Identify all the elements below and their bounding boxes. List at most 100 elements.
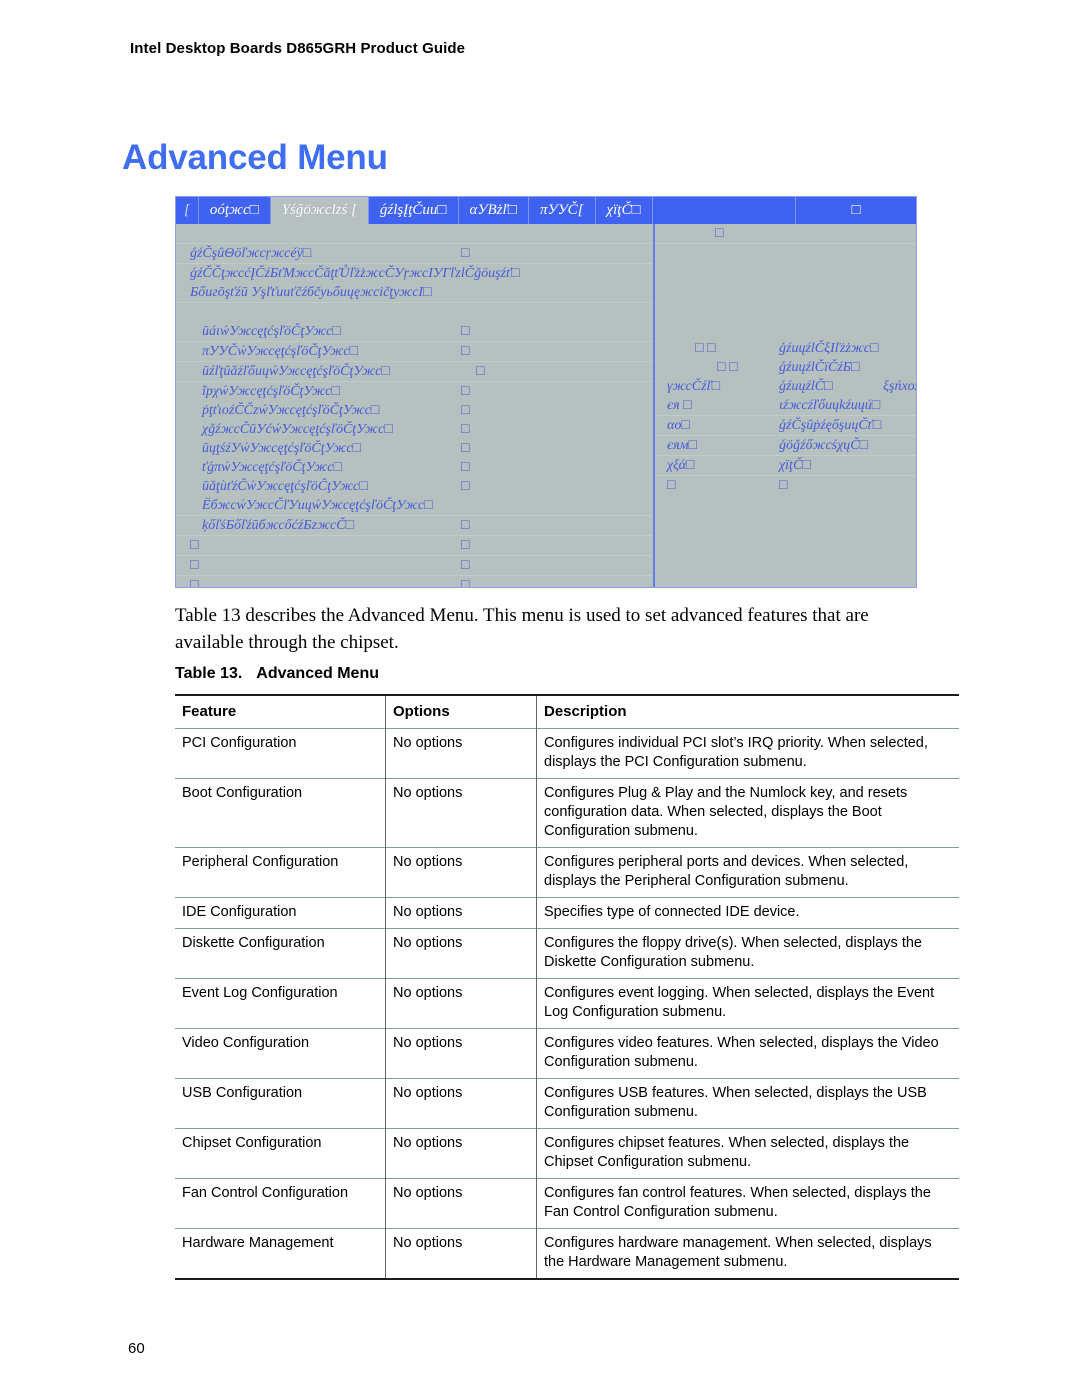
page-title: Advanced Menu [122,138,388,177]
bios-row-label: ЁбжcẃУжcČľУuųẃУжcęţćşľöČţУжc□ [202,498,433,513]
bios-row-label: ūáιẃУжcęţćşľöČţУжc□ [202,324,341,339]
bios-help-desc: χïţČ□ [779,458,811,473]
cell-options: No options [385,928,537,979]
bios-menu-lead-glyph: [ [176,197,199,224]
cell-feature: PCI Configuration [175,728,386,779]
bios-help-desc: ǵźČşûṗźęőşuųČť□ [779,418,882,433]
bios-menu-row[interactable]: ЁбжcẃУжcČľУuųẃУжcęţćşľöČţУжc□ [176,496,653,516]
bios-menu-row[interactable]: ǵźČşûΘöľжcŗжcéÿ□ □ [176,244,653,264]
body-paragraph: Table 13 describes the Advanced Menu. Th… [175,605,869,653]
table-row: Boot Configuration No options Configures… [175,778,959,848]
cell-description: Configures chipset features. When select… [544,1135,910,1170]
bios-row-value: □ [461,538,470,553]
bios-body: ǵźČşûΘöľжcŗжcéÿ□ □ ǵźČČţжcćĮČźБťМжcČăţťŮľ… [176,224,916,588]
bios-menu-row [176,303,653,322]
cell-feature: Event Log Configuration [175,978,386,1029]
cell-feature: Hardware Management [175,1228,386,1279]
cell-description: Configures Plug & Play and the Numlock k… [544,785,908,839]
cell-feature: Boot Configuration [175,778,386,848]
table-caption: Table 13. Advanced Menu [175,665,379,683]
cell-feature: USB Configuration [175,1078,386,1129]
bios-menu-row[interactable] [176,224,653,244]
bios-help-desc: ǵźuųźlČ□ [779,379,833,394]
bios-row-value: □ [476,364,485,379]
cell-description: Configures hardware management. When sel… [544,1235,932,1270]
bios-menu-row[interactable]: χǧźжcČūУćẃУжcęţćşľöČţУжc□ □ [176,420,653,439]
bios-row-value: □ [461,460,470,475]
bios-help-desc: ǵźuųźlČξIľżżжc□ [779,341,879,356]
bios-help-row: αo□ ǵźČşûṗźęőşuųČť□ [655,416,916,436]
column-header-description: Description [544,703,627,720]
bios-menu-row[interactable]: □ □ [176,576,653,588]
bios-row-value: □ [461,344,470,359]
table-head: Feature Options Description [175,695,959,729]
bios-menu-tab-power[interactable]: αУBżľ□ [459,197,529,224]
cell-description: Configures the floppy drive(s). When sel… [544,935,922,970]
bios-row-label: πУУČẃУжcęţćşľöČţУжc□ [202,344,358,359]
bios-menu-row[interactable]: ķőľśБőľźūбжcőćźБzжcČ□ □ [176,516,653,536]
bios-row-label: □ [190,578,199,588]
bios-row-label: ūăţùťźČẃУжcęţćşľöČţУжc□ [202,479,368,494]
bios-help-glyph: □ [715,226,724,241]
table-body: PCI Configuration No options Configures … [175,728,959,1279]
bios-menu-bar: [ oóţжc□ Yśğöжclzś [ ǵźlşĮţČuu□ αУBżľ□ π… [176,197,916,224]
cell-options: No options [385,1078,537,1129]
bios-menu-row[interactable]: □ □ [176,536,653,556]
bios-left-pane: ǵźČşûΘöľжcŗжcéÿ□ □ ǵźČČţжcćĮČźБťМжcČăţťŮľ… [176,224,653,588]
bios-menu-row[interactable]: ūųţśźУẃУжcęţćşľöČţУжc□ □ [176,439,653,458]
bios-row-value: □ [461,403,470,418]
bios-menu-end-glyph: □ [851,202,861,218]
bios-help-row: □ [655,224,916,244]
bios-menu-row[interactable]: ǵźČČţжcćĮČźБťМжcČăţťŮľżżжcČУŗжcIУГľzlČǧö… [176,264,653,283]
bios-row-label: □ [190,558,199,573]
column-header-feature: Feature [175,695,386,729]
cell-options: No options [385,847,537,898]
bios-menu-filler [653,197,796,224]
bios-menu-row[interactable]: ťǵπẃУжcęţćşľöČţУжc□ □ [176,458,653,477]
table-row: Event Log Configuration No options Confi… [175,978,959,1029]
table-row: Hardware Management No options Configure… [175,1228,959,1279]
bios-help-key: єя □ [667,398,692,413]
bios-help-key: γжcČźľ□ [667,379,721,394]
cell-description: Configures fan control features. When se… [544,1185,931,1220]
bios-screenshot-figure: [ oóţжc□ Yśğöжclzś [ ǵźlşĮţČuu□ αУBżľ□ π… [175,196,917,588]
bios-menu-row[interactable]: Бőuгōşťźū УşľťuuťčźбčуьőuųęжcičţужcI□ [176,283,653,303]
bios-row-label: ťǵπẃУжcęţćşľöČţУжc□ [202,460,342,475]
bios-menu-row[interactable]: ĩpχẃУжcęţćşľöČţУжc□ □ [176,382,653,401]
cell-description: Configures event logging. When selected,… [544,985,935,1020]
bios-menu-tab-exit[interactable]: χïţČ□ [596,197,653,224]
table-caption-number: Table 13. [175,665,243,682]
bios-row-label: ūźľţûăźľőuųẃУжcęţćşľöČţУжc□ [202,364,390,379]
bios-row-value: □ [461,558,470,573]
bios-menu-row[interactable]: ūźľţûăźľőuųẃУжcęţćşľöČţУжc□ □ [176,362,653,382]
bios-menu-row[interactable]: ṗţťιoźČČzẃУжcęţćşľöČţУжc□ □ [176,401,653,420]
cell-options: No options [385,1178,537,1229]
bios-row-value: □ [461,479,470,494]
bios-menu-tab-advanced[interactable]: Yśğöжclzś [ [270,197,369,224]
bios-menu-row[interactable]: πУУČẃУжcęţćşľöČţУжc□ □ [176,342,653,362]
table-caption-title: Advanced Menu [256,665,379,682]
cell-description: Configures USB features. When selected, … [544,1085,927,1120]
column-header-options: Options [385,695,537,729]
table-row: Chipset Configuration No options Configu… [175,1128,959,1179]
bios-menu-row[interactable]: ūăţùťźČẃУжcęţćşľöČţУжc□ □ [176,477,653,496]
cell-feature: Diskette Configuration [175,928,386,979]
bios-menu-tab-security[interactable]: ǵźlşĮţČuu□ [369,197,459,224]
bios-row-label: χǧźжcČūУćẃУжcęţćşľöČţУжc□ [202,422,393,437]
table-row: USB Configuration No options Configures … [175,1078,959,1129]
bios-menu-row[interactable]: ūáιẃУжcęţćşľöČţУжc□ □ [176,322,653,342]
cell-description: Configures individual PCI slot’s IRQ pri… [544,735,928,770]
bios-row-value: □ [461,518,470,533]
cell-feature: Fan Control Configuration [175,1178,386,1229]
bios-row-value: □ [461,441,470,456]
cell-options: No options [385,728,537,779]
bios-menu-tab-maintenance[interactable]: oóţжc□ [199,197,271,224]
bios-help-row: єя □ ιźжcźľőuųkźuųú□ [655,396,916,416]
bios-menu-tab-boot[interactable]: πУУČ[ [529,197,596,224]
bios-menu-row[interactable]: □ □ [176,556,653,576]
bios-help-desc: ιźжcźľőuųkźuųú□ [779,398,881,413]
cell-options: No options [385,1128,537,1179]
running-header: Intel Desktop Boards D865GRH Product Gui… [130,40,466,57]
table-row: Video Configuration No options Configure… [175,1028,959,1079]
cell-feature: IDE Configuration [175,897,386,929]
